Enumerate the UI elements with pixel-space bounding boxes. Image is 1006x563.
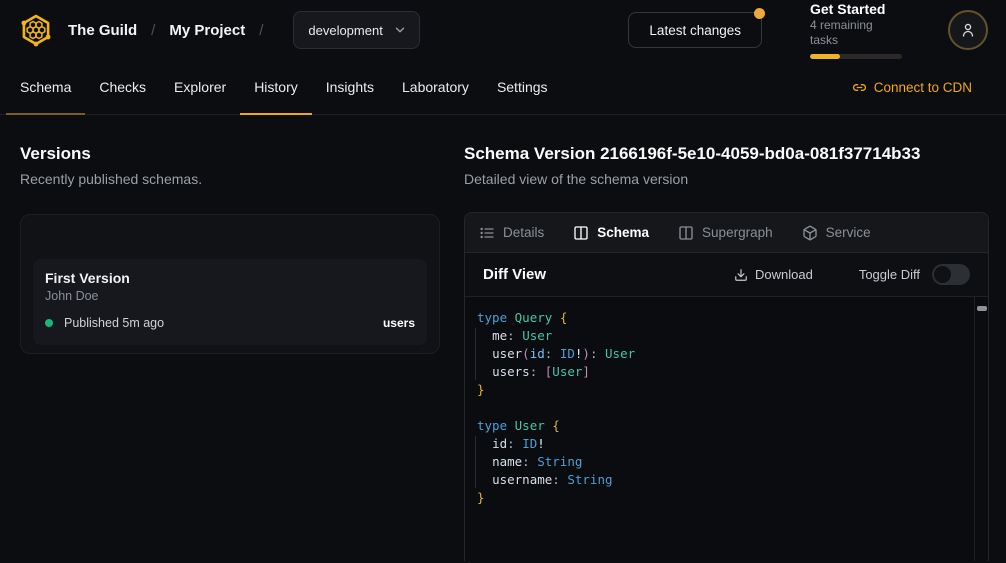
code-scrollbar[interactable] bbox=[974, 297, 988, 561]
environment-selector-value: development bbox=[308, 23, 382, 38]
person-icon bbox=[959, 21, 977, 39]
chevron-down-icon bbox=[393, 23, 407, 37]
versions-title: Versions bbox=[20, 144, 440, 164]
version-author: John Doe bbox=[45, 289, 415, 304]
download-label: Download bbox=[755, 267, 813, 282]
list-icon bbox=[479, 225, 495, 241]
diff-view-toolbar: Diff View Download Toggle Diff bbox=[465, 253, 988, 297]
indent-guide bbox=[475, 328, 476, 380]
environment-selector[interactable]: development bbox=[293, 11, 419, 49]
breadcrumb-project[interactable]: My Project bbox=[169, 22, 245, 39]
download-button[interactable]: Download bbox=[734, 267, 813, 282]
code-block: type Query { me: User user(id: ID!): Use… bbox=[477, 309, 964, 507]
box-icon bbox=[802, 225, 818, 241]
notification-dot bbox=[754, 8, 765, 19]
schema-version-subtitle: Detailed view of the schema version bbox=[464, 171, 989, 188]
download-icon bbox=[734, 268, 748, 282]
link-icon bbox=[852, 80, 867, 95]
latest-changes-label: Latest changes bbox=[649, 23, 741, 38]
versions-subtitle: Recently published schemas. bbox=[20, 171, 440, 188]
version-detail-container: Details Schema Supergraph Service bbox=[464, 212, 989, 561]
toggle-diff-label: Toggle Diff bbox=[859, 267, 920, 282]
main-nav: Schema Checks Explorer History Insights … bbox=[0, 60, 1006, 115]
indent-guide bbox=[475, 436, 476, 488]
versions-panel: Versions Recently published schemas. Fir… bbox=[20, 115, 440, 354]
toggle-diff-knob bbox=[934, 266, 951, 283]
get-started-title: Get Started bbox=[810, 1, 904, 17]
hive-logo-icon[interactable] bbox=[16, 10, 56, 50]
schema-version-title: Schema Version 2166196f-5e10-4059-bd0a-0… bbox=[464, 144, 989, 164]
published-status-dot bbox=[45, 319, 53, 327]
version-list-item[interactable]: First Version John Doe Published 5m ago … bbox=[33, 259, 427, 345]
detail-tab-supergraph[interactable]: Supergraph bbox=[678, 225, 773, 241]
breadcrumb-separator: / bbox=[259, 22, 263, 39]
versions-list-card: First Version John Doe Published 5m ago … bbox=[20, 214, 440, 354]
nav-tab-laboratory[interactable]: Laboratory bbox=[388, 60, 483, 114]
code-scrollbar-thumb[interactable] bbox=[977, 306, 987, 311]
detail-tabs: Details Schema Supergraph Service bbox=[465, 213, 988, 253]
get-started-progress bbox=[810, 54, 902, 59]
nav-tab-checks[interactable]: Checks bbox=[85, 60, 160, 114]
connect-to-cdn-label: Connect to CDN bbox=[874, 80, 972, 95]
nav-tab-history[interactable]: History bbox=[240, 60, 312, 114]
nav-tab-insights[interactable]: Insights bbox=[312, 60, 388, 114]
user-avatar[interactable] bbox=[948, 10, 988, 50]
nav-tab-explorer[interactable]: Explorer bbox=[160, 60, 240, 114]
get-started-widget[interactable]: Get Started 4 remaining tasks bbox=[810, 1, 904, 59]
connect-to-cdn-link[interactable]: Connect to CDN bbox=[852, 60, 972, 114]
breadcrumb-org[interactable]: The Guild bbox=[68, 22, 137, 39]
get-started-progress-fill bbox=[810, 54, 840, 59]
version-meta-row: Published 5m ago users bbox=[45, 316, 415, 330]
breadcrumb-separator: / bbox=[151, 22, 155, 39]
service-badge: users bbox=[383, 316, 415, 330]
toggle-diff-switch[interactable] bbox=[932, 264, 970, 285]
nav-tab-settings[interactable]: Settings bbox=[483, 60, 562, 114]
published-status-text: Published 5m ago bbox=[64, 316, 164, 330]
columns-icon bbox=[678, 225, 694, 241]
version-name: First Version bbox=[45, 270, 415, 287]
app-header: The Guild / My Project / development Lat… bbox=[0, 0, 1006, 60]
schema-code-viewer[interactable]: type Query { me: User user(id: ID!): Use… bbox=[465, 297, 988, 561]
detail-tab-details[interactable]: Details bbox=[479, 225, 544, 241]
detail-tab-service[interactable]: Service bbox=[802, 225, 871, 241]
diff-view-title: Diff View bbox=[483, 266, 546, 283]
columns-icon bbox=[573, 225, 589, 241]
detail-tab-schema[interactable]: Schema bbox=[573, 225, 649, 241]
nav-tab-schema[interactable]: Schema bbox=[6, 60, 85, 114]
version-detail-panel: Schema Version 2166196f-5e10-4059-bd0a-0… bbox=[464, 115, 989, 563]
latest-changes-button[interactable]: Latest changes bbox=[628, 12, 762, 48]
get-started-subtitle: 4 remaining tasks bbox=[810, 18, 904, 48]
